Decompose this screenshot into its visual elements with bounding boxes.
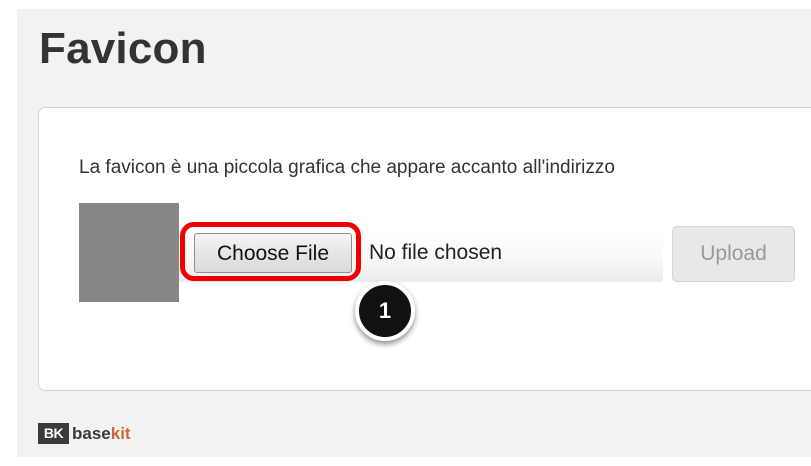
favicon-description: La favicon è una piccola grafica che app… [79, 157, 615, 178]
file-status-text: No file chosen [369, 241, 503, 264]
choose-file-button[interactable]: Choose File [194, 233, 352, 273]
favicon-preview-image [79, 203, 179, 302]
step-number-badge: 1 [355, 281, 415, 341]
page-title: Favicon [39, 24, 207, 73]
upload-button[interactable]: Upload [672, 226, 795, 282]
brand-name-part-1: base [72, 424, 111, 443]
basekit-logo-mark: BK [38, 423, 69, 444]
basekit-logo: BK basekit [38, 423, 131, 444]
brand-name-part-2: kit [110, 424, 131, 443]
basekit-wordmark: basekit [72, 423, 131, 444]
